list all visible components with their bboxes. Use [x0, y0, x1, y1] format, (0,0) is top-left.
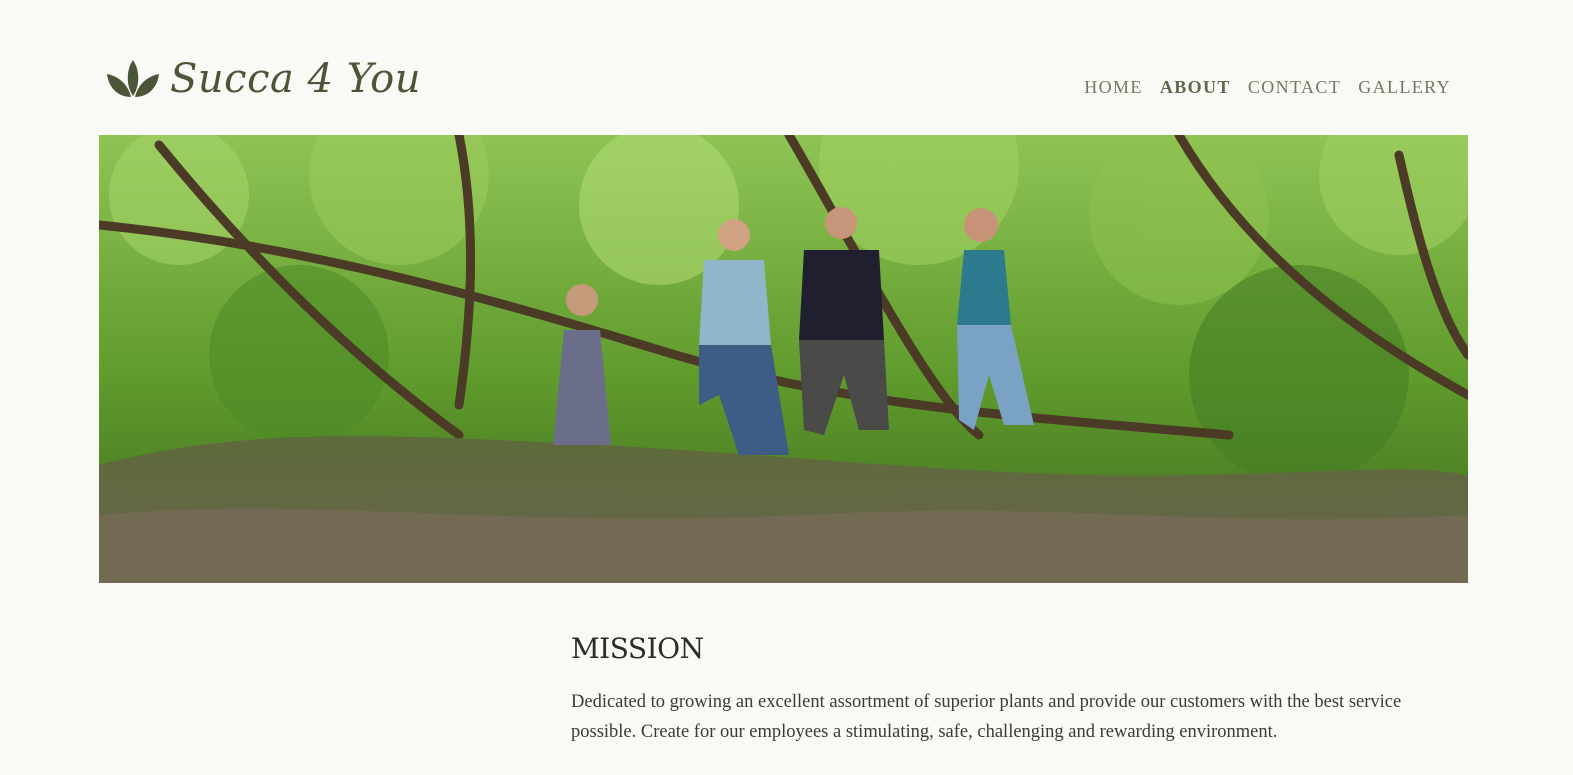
main-nav: HOME ABOUT CONTACT GALLERY	[1084, 77, 1451, 98]
lotus-leaf-icon	[107, 60, 159, 97]
forest-team-photo	[99, 135, 1468, 583]
nav-about-link[interactable]: ABOUT	[1160, 77, 1231, 98]
hero-photo	[99, 135, 1468, 583]
nav-contact-link[interactable]: CONTACT	[1248, 77, 1341, 98]
brand-name: Succa 4 You	[170, 56, 421, 102]
nav-home-link[interactable]: HOME	[1084, 77, 1143, 98]
mission-text: Dedicated to growing an excellent assort…	[571, 692, 1402, 742]
site-logo[interactable]: Succa 4 You	[106, 56, 421, 100]
mission-heading: MISSION	[571, 632, 704, 665]
nav-gallery-link[interactable]: GALLERY	[1358, 77, 1451, 98]
